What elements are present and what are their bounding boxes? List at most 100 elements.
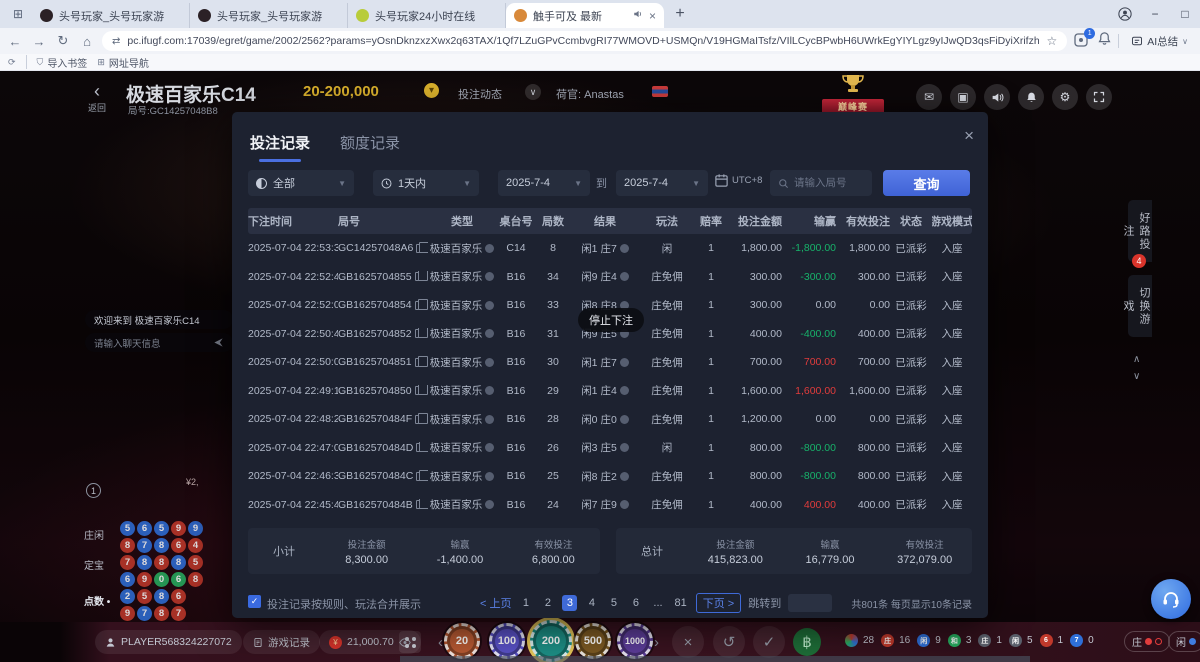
table-row[interactable]: 2025-07-04 22:49:16GB1625704850极速百家乐B162…: [248, 377, 972, 406]
send-icon[interactable]: [213, 337, 224, 348]
info-dot-icon[interactable]: [485, 272, 494, 281]
address-omnibox[interactable]: ⇄ pc.ifugf.com:17039/egret/game/2002/256…: [102, 31, 1067, 51]
filter-date-to[interactable]: 2025-7-4 ▼: [616, 170, 708, 196]
info-dot-icon[interactable]: [620, 500, 629, 509]
tab-quota-records[interactable]: 额度记录: [340, 132, 400, 153]
back-label[interactable]: 返回: [88, 101, 106, 114]
dice-toggle-icon[interactable]: [399, 631, 421, 653]
cancel-bet-button[interactable]: ×: [672, 626, 704, 658]
forward-icon[interactable]: →: [30, 34, 48, 49]
round-search-box[interactable]: [770, 170, 872, 196]
info-dot-icon[interactable]: [620, 415, 629, 424]
customer-service-button[interactable]: [1151, 579, 1191, 619]
query-button[interactable]: 查询: [883, 170, 970, 196]
coin-icon[interactable]: ▾: [424, 83, 439, 98]
copy-icon[interactable]: [415, 386, 423, 395]
chips-left-chevron[interactable]: ‹: [438, 634, 443, 651]
page-number[interactable]: 1: [518, 595, 533, 611]
table-row[interactable]: 2025-07-04 22:48:24GB162570484F极速百家乐B162…: [248, 405, 972, 434]
tab-search-icon[interactable]: ⊞: [6, 3, 30, 25]
site-settings-icon[interactable]: ⇄: [112, 36, 120, 47]
tab-switch-game[interactable]: 切换游戏: [1128, 275, 1152, 337]
speaker-icon[interactable]: [984, 84, 1010, 110]
info-dot-icon[interactable]: [620, 472, 629, 481]
game-records-button[interactable]: 游戏记录: [243, 630, 320, 654]
info-dot-icon[interactable]: [485, 386, 494, 395]
info-dot-icon[interactable]: [485, 500, 494, 509]
page-number[interactable]: 6: [628, 595, 643, 611]
tab-close-icon[interactable]: ×: [649, 9, 656, 23]
table-row[interactable]: 2025-07-04 22:45:48GB162570484B极速百家乐B162…: [248, 491, 972, 520]
info-dot-icon[interactable]: [620, 358, 629, 367]
copy-icon[interactable]: [415, 329, 423, 338]
copy-icon[interactable]: [415, 301, 423, 310]
ai-summary-button[interactable]: AI总结 ∨: [1125, 32, 1194, 51]
copy-icon[interactable]: [415, 415, 423, 424]
back-icon[interactable]: ←: [6, 34, 24, 49]
copy-icon[interactable]: [416, 500, 424, 509]
fullscreen-icon[interactable]: [1086, 84, 1112, 110]
chat-input[interactable]: 请输入聊天信息: [85, 333, 233, 352]
player-ask-road-pill[interactable]: 闲: [1168, 631, 1200, 652]
chip-20[interactable]: 20: [444, 623, 480, 659]
browser-tab[interactable]: 触手可及 最新×: [506, 3, 664, 28]
copy-icon[interactable]: [416, 443, 424, 452]
info-dot-icon[interactable]: [620, 386, 629, 395]
confirm-bet-button[interactable]: ✓: [753, 626, 785, 658]
table-row[interactable]: 2025-07-04 22:52:41GB1625704855极速百家乐B163…: [248, 263, 972, 292]
merge-checkbox[interactable]: ✓: [248, 595, 261, 608]
info-dot-icon[interactable]: [485, 472, 494, 481]
chevron-up-icon[interactable]: ∧: [1133, 354, 1140, 365]
info-dot-icon[interactable]: [485, 443, 494, 452]
new-tab-button[interactable]: +: [668, 2, 692, 26]
maximize-button[interactable]: □: [1170, 0, 1200, 28]
prev-page-button[interactable]: < 上页: [480, 595, 511, 611]
info-dot-icon[interactable]: [485, 415, 494, 424]
table-row[interactable]: 2025-07-04 22:50:04GB1625704851极速百家乐B163…: [248, 348, 972, 377]
extension-icon[interactable]: 1: [1073, 32, 1091, 50]
timezone-indicator[interactable]: UTC+8: [714, 173, 762, 188]
bet-dynamic-caret-icon[interactable]: ∨: [525, 84, 541, 100]
page-number[interactable]: 2: [540, 595, 555, 611]
info-dot-icon[interactable]: [485, 301, 494, 310]
info-dot-icon[interactable]: [485, 244, 494, 253]
home-icon[interactable]: ⌂: [78, 34, 96, 49]
notification-bell-icon[interactable]: [1097, 31, 1112, 51]
bonus-button[interactable]: ฿: [793, 628, 821, 656]
copy-icon[interactable]: [416, 244, 424, 253]
sync-icon[interactable]: ⟳: [8, 57, 16, 68]
chevron-down-icon[interactable]: ∨: [1133, 371, 1140, 382]
rebet-button[interactable]: ↺: [713, 626, 745, 658]
settings-gear-icon[interactable]: ⚙: [1052, 84, 1078, 110]
bookmark-nav[interactable]: ⊞ 网址导航: [97, 55, 149, 70]
copy-icon[interactable]: [416, 472, 424, 481]
reload-icon[interactable]: ↻: [54, 33, 72, 49]
table-row[interactable]: 2025-07-04 22:46:31GB162570484C极速百家乐B162…: [248, 462, 972, 491]
next-page-button[interactable]: 下页 >: [696, 593, 741, 613]
mail-icon[interactable]: ✉: [916, 84, 942, 110]
info-dot-icon[interactable]: [620, 272, 629, 281]
banker-ask-road-pill[interactable]: 庄: [1124, 631, 1170, 652]
bookmark-import[interactable]: ⛉ 导入书签: [37, 55, 88, 70]
profile-icon[interactable]: [1110, 0, 1140, 28]
page-number[interactable]: 81: [672, 595, 688, 611]
copy-icon[interactable]: [415, 272, 423, 281]
page-number[interactable]: 3: [562, 595, 577, 611]
browser-tab[interactable]: 头号玩家24小时在线: [348, 3, 506, 28]
jump-page-input[interactable]: [788, 594, 832, 612]
back-chevron-icon[interactable]: ‹: [94, 81, 100, 102]
tab-betting-records[interactable]: 投注记录: [250, 132, 310, 153]
filter-type-dropdown[interactable]: 全部 ▼: [248, 170, 354, 196]
filter-date-from[interactable]: 2025-7-4 ▼: [498, 170, 590, 196]
page-number[interactable]: 5: [606, 595, 621, 611]
filter-range-dropdown[interactable]: 1天内 ▼: [373, 170, 479, 196]
bell-icon[interactable]: [1018, 84, 1044, 110]
browser-tab[interactable]: 头号玩家_头号玩家游: [190, 3, 348, 28]
chip-500[interactable]: 500: [575, 623, 611, 659]
round-search-input[interactable]: [794, 177, 864, 189]
info-dot-icon[interactable]: [485, 358, 494, 367]
chip-1000[interactable]: 1000: [617, 623, 653, 659]
copy-icon[interactable]: [415, 358, 423, 367]
info-dot-icon[interactable]: [485, 329, 494, 338]
table-row[interactable]: 2025-07-04 22:47:07GB162570484D极速百家乐B162…: [248, 434, 972, 463]
